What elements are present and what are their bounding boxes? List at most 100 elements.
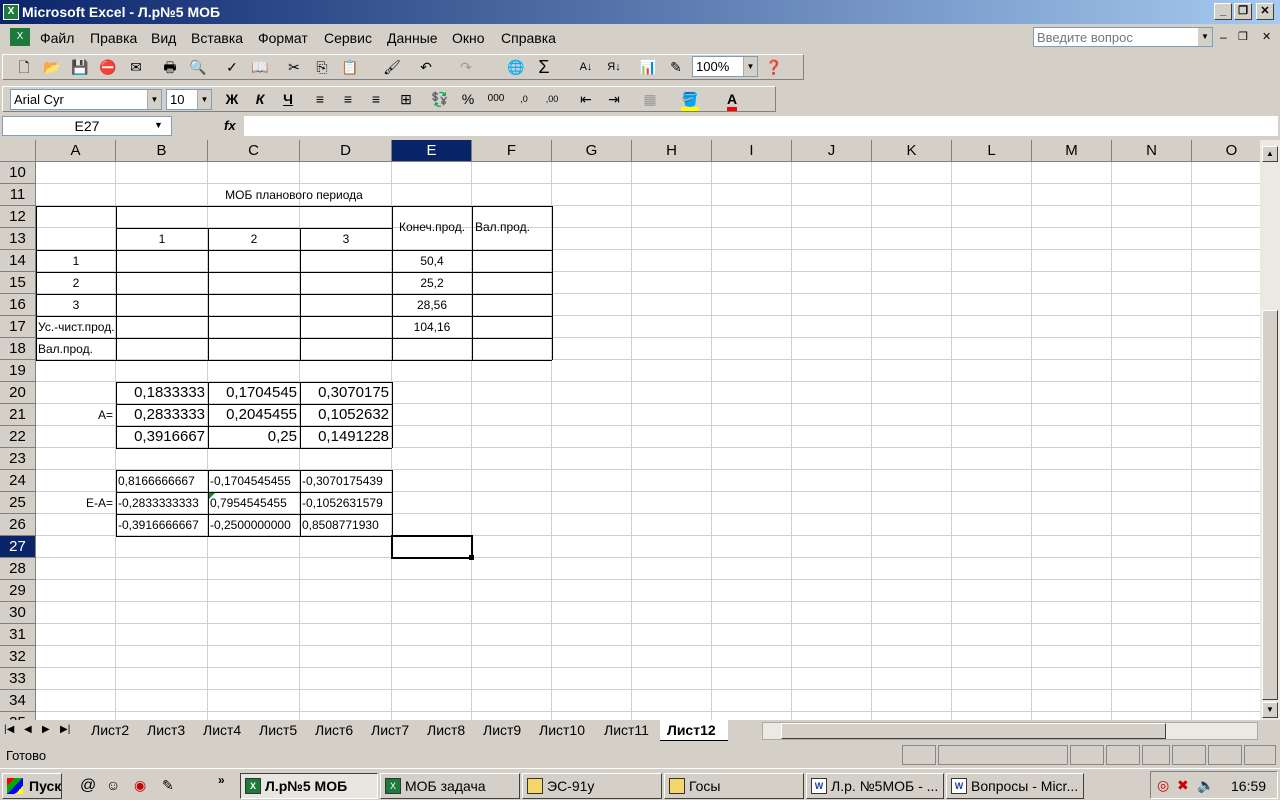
cell-e12[interactable]: Конеч.прод.: [392, 216, 472, 238]
column-header-n[interactable]: N: [1112, 140, 1192, 162]
row-header-18[interactable]: 18: [0, 338, 36, 360]
cell-d22[interactable]: 0,1491228: [300, 426, 389, 448]
decrease-decimal-icon[interactable]: ,00: [542, 89, 562, 109]
row-header-34[interactable]: 34: [0, 690, 36, 712]
spelling-icon[interactable]: ✓: [222, 57, 242, 77]
help-question-input[interactable]: Введите вопрос: [1033, 27, 1213, 47]
tab-list4[interactable]: Лист4: [203, 722, 241, 738]
fill-handle[interactable]: [469, 555, 474, 560]
cell-d20[interactable]: 0,3070175: [300, 382, 389, 404]
column-header-g[interactable]: G: [552, 140, 632, 162]
align-right-icon[interactable]: ≡: [366, 89, 386, 109]
currency-icon[interactable]: 💱: [430, 89, 450, 109]
chart-wizard-icon[interactable]: 📊: [638, 57, 658, 77]
cell-a14[interactable]: 1: [36, 250, 116, 272]
column-header-b[interactable]: B: [116, 140, 208, 162]
tab-list8[interactable]: Лист8: [427, 722, 465, 738]
insert-function-button[interactable]: fx: [224, 118, 236, 133]
tab-list7[interactable]: Лист7: [371, 722, 409, 738]
cell-b26[interactable]: -0,3916666667: [116, 514, 207, 536]
cell-d13[interactable]: 3: [300, 228, 392, 250]
task-folder-es[interactable]: ЭС-91у: [522, 773, 662, 799]
column-header-a[interactable]: A: [36, 140, 116, 162]
zoom-select[interactable]: 100% ▼: [692, 56, 758, 77]
row-header-10[interactable]: 10: [0, 162, 36, 184]
tab-list5[interactable]: Лист5: [259, 722, 297, 738]
copy-icon[interactable]: ⎘: [312, 57, 332, 77]
sort-asc-icon[interactable]: A↓: [576, 57, 596, 77]
menu-insert[interactable]: Вставка: [191, 30, 243, 46]
workbook-icon[interactable]: X: [10, 28, 30, 46]
bold-button[interactable]: Ж: [222, 89, 242, 109]
sort-desc-icon[interactable]: Я↓: [604, 57, 624, 77]
cell-d25[interactable]: -0,1052631579: [300, 492, 391, 514]
menu-format[interactable]: Формат: [258, 30, 308, 46]
column-header-e[interactable]: E: [392, 140, 472, 162]
cell-b13[interactable]: 1: [116, 228, 208, 250]
task-folder-gosy[interactable]: Госы: [664, 773, 804, 799]
volume-icon[interactable]: 🔈: [1197, 777, 1214, 794]
column-header-k[interactable]: K: [872, 140, 952, 162]
menu-view[interactable]: Вид: [151, 30, 176, 46]
column-header-l[interactable]: L: [952, 140, 1032, 162]
worksheet-grid[interactable]: ABCDEFGHIJKLMNO 10 11 12 13 14 15 16 17 18 19 20 21…: [0, 140, 1260, 720]
scroll-thumb[interactable]: [1262, 310, 1278, 700]
new-icon[interactable]: 🗋: [14, 57, 34, 77]
task-excel[interactable]: X Л.р№5 МОБ: [240, 773, 378, 799]
cell-a15[interactable]: 2: [36, 272, 116, 294]
vertical-scrollbar[interactable]: ▲ ▼: [1260, 140, 1280, 720]
column-header-o[interactable]: O: [1192, 140, 1260, 162]
doc-close-button[interactable]: ✕: [1262, 30, 1271, 43]
row-header-27[interactable]: 27: [0, 536, 36, 558]
row-header-29[interactable]: 29: [0, 580, 36, 602]
decrease-indent-icon[interactable]: ⇤: [576, 89, 596, 109]
increase-indent-icon[interactable]: ⇥: [604, 89, 624, 109]
email-icon[interactable]: ✉: [126, 57, 146, 77]
scroll-up-icon[interactable]: ▲: [1262, 146, 1278, 162]
task-word-lr[interactable]: W Л.р. №5МОБ - ...: [806, 773, 944, 799]
cell-c22[interactable]: 0,25: [208, 426, 297, 448]
drawing-icon[interactable]: ✎: [666, 57, 686, 77]
row-header-21[interactable]: 21: [0, 404, 36, 426]
row-header-32[interactable]: 32: [0, 646, 36, 668]
fill-color-icon[interactable]: 🪣: [680, 89, 700, 111]
row-header-33[interactable]: 33: [0, 668, 36, 690]
cell-a18[interactable]: Вал.прод.: [38, 338, 116, 360]
align-center-icon[interactable]: ≡: [338, 89, 358, 109]
save-icon[interactable]: 💾: [70, 57, 90, 77]
print-preview-icon[interactable]: 🔍: [188, 57, 208, 77]
underline-button[interactable]: Ч: [278, 89, 298, 109]
column-header-m[interactable]: M: [1032, 140, 1112, 162]
close-button[interactable]: ✕: [1256, 3, 1274, 20]
permission-icon[interactable]: ⛔: [98, 57, 118, 77]
cell-c25[interactable]: 0,7954545455: [208, 492, 299, 514]
row-header-28[interactable]: 28: [0, 558, 36, 580]
row-header-26[interactable]: 26: [0, 514, 36, 536]
menu-help[interactable]: Справка: [501, 30, 556, 46]
h-scroll-thumb[interactable]: [781, 723, 1166, 739]
last-sheet-icon[interactable]: ▶|: [60, 724, 70, 735]
cell-c21[interactable]: 0,2045455: [208, 404, 297, 426]
cell-a25[interactable]: E-A=: [36, 492, 113, 514]
menu-tools[interactable]: Сервис: [324, 30, 372, 46]
active-sheet-tab[interactable]: Лист12: [660, 720, 728, 741]
column-header-c[interactable]: C: [208, 140, 300, 162]
cell-a17[interactable]: Ус.-чист.прод.: [38, 316, 208, 338]
italic-button[interactable]: К: [250, 89, 270, 109]
cell-c20[interactable]: 0,1704545: [208, 382, 297, 404]
column-header-d[interactable]: D: [300, 140, 392, 162]
menu-window[interactable]: Окно: [452, 30, 485, 46]
cell-e17[interactable]: 104,16: [392, 316, 472, 338]
cell-b11[interactable]: МОБ планового периода: [116, 184, 472, 206]
next-sheet-icon[interactable]: ▶: [42, 724, 50, 735]
paste-icon[interactable]: 📋: [340, 57, 360, 77]
cell-d24[interactable]: -0,3070175439: [300, 470, 391, 492]
name-box[interactable]: E27: [2, 116, 172, 136]
open-icon[interactable]: 📂: [42, 57, 62, 77]
cut-icon[interactable]: ✂: [284, 57, 304, 77]
task-word-voprosy[interactable]: W Вопросы - Micr...: [946, 773, 1084, 799]
font-name-select[interactable]: Arial Cyr ▼: [10, 89, 162, 110]
antivirus-icon[interactable]: ◎: [1157, 777, 1169, 794]
chevron-down-icon[interactable]: ▼: [154, 120, 163, 130]
restore-button[interactable]: ❐: [1234, 3, 1252, 20]
